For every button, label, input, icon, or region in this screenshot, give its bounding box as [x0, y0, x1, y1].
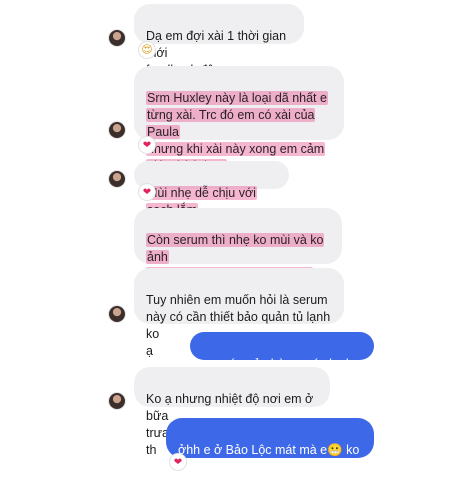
message-bubble-incoming[interactable]: Ko ạ nhưng nhiệt độ nơi em ở bữa trưa ca… — [134, 367, 330, 457]
message-bubble-incoming[interactable]: Mùi nhẹ dễ chịu với sạch lắm — [134, 161, 289, 217]
avatar-icon[interactable] — [109, 306, 125, 322]
message-bubble-incoming[interactable]: Srm Huxley này là loại dã nhất e từng xà… — [134, 66, 344, 173]
message-bubble-incoming[interactable]: Tuy nhiên em muốn hỏi là serum này có cầ… — [134, 268, 344, 358]
avatar-icon[interactable] — [109, 122, 125, 138]
heart-icon: ❤ — [173, 457, 183, 468]
avatar-icon[interactable] — [109, 393, 125, 409]
message-bubble-outgoing[interactable]: ởhh e ở Bảo Lộc mát mà e😬 ko sao đâu nha… — [166, 418, 374, 491]
reaction-badge[interactable]: 😍 — [139, 42, 155, 58]
reaction-badge[interactable]: ❤ — [139, 184, 155, 200]
avatar-icon[interactable] — [109, 30, 125, 46]
reaction-badge[interactable]: ❤ — [139, 137, 155, 153]
message-bubble-incoming[interactable]: Còn serum thì nhẹ ko mùi và ko ảnh hưởng… — [134, 208, 342, 315]
message-bubble-incoming[interactable]: Dạ em đợi xài 1 thời gian mới feedback đ… — [134, 4, 304, 77]
reaction-badge[interactable]: ❤ — [170, 454, 186, 470]
avatar-icon[interactable] — [109, 171, 125, 187]
heart-eyes-emoji-icon: 😍 — [141, 44, 153, 56]
message-bubble-outgoing[interactable]: em có ngủ phòng máy lạnh ko e — [190, 332, 374, 388]
heart-icon: ❤ — [142, 140, 152, 151]
message-text: ởhh e ở Bảo Lộc mát mà e😬 ko sao đâu nha… — [178, 443, 360, 491]
heart-icon: ❤ — [142, 187, 152, 198]
